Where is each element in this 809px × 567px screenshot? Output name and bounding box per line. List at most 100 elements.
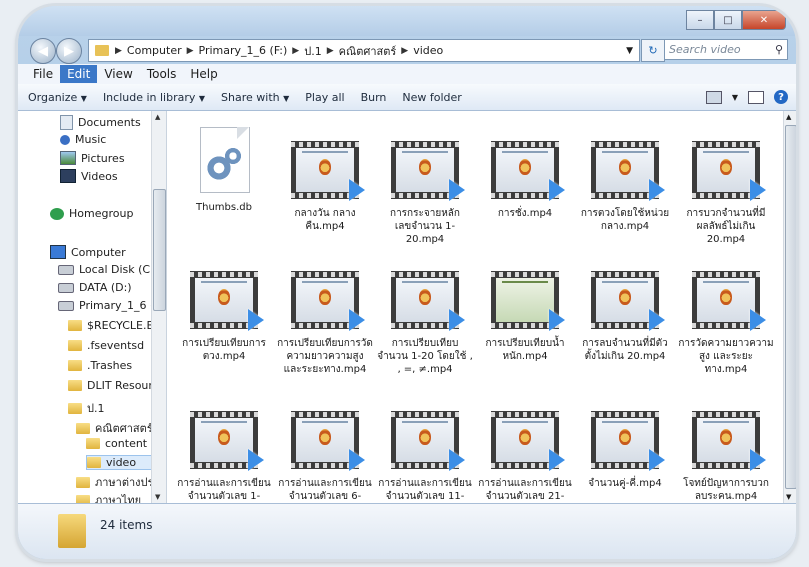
breadcrumb-arrow-icon: ▶ (401, 45, 409, 56)
close-button[interactable]: ✕ (742, 10, 786, 30)
file-name: การอ่านและการเขียน จำนวนตัวเลข 6-10.mp4 (278, 478, 372, 502)
nav-folder-trashes[interactable]: .Trashes (68, 359, 132, 372)
nav-folder-thai[interactable]: ภาษาไทย (76, 491, 141, 503)
video-file-item[interactable]: การอ่านและการเขียน จำนวนตัวเลข 21-100.mp… (477, 411, 573, 503)
video-file-item[interactable]: กลางวัน กลางคืน.mp4 (277, 141, 373, 233)
video-file-item[interactable]: การตวงโดยใช้หน่วยกลาง.mp4 (577, 141, 673, 233)
nav-label: Music (75, 133, 107, 146)
nav-scrollbar[interactable]: ▲ ▼ (151, 111, 166, 503)
scroll-down-icon[interactable]: ▼ (155, 493, 160, 501)
address-dropdown-icon[interactable]: ▼ (620, 46, 639, 56)
video-file-item[interactable]: การเปรียบเทียบการตวง.mp4 (176, 271, 272, 363)
nav-videos[interactable]: Videos (60, 169, 118, 183)
breadcrumb-subject[interactable]: คณิตศาสตร์ (336, 42, 400, 60)
file-name: การลบจำนวนที่มีตัวตั้งไม่เกิน 20.mp4 (582, 338, 668, 362)
video-file-item[interactable]: การลบจำนวนที่มีตัวตั้งไม่เกิน 20.mp4 (577, 271, 673, 363)
nav-label: ภาษาไทย (95, 494, 142, 503)
video-file-item[interactable]: การวัดความยาวความสูง และระยะทาง.mp4 (678, 271, 774, 376)
back-button[interactable]: ◀ (30, 38, 56, 64)
address-bar[interactable]: ▶ Computer ▶ Primary_1_6 (F:) ▶ ป.1 ▶ คณ… (88, 39, 640, 62)
preview-pane-icon[interactable] (748, 90, 764, 104)
nav-folder-fseventsd[interactable]: .fseventsd (68, 339, 144, 352)
video-file-item[interactable]: การเปรียบเทียบจำนวน 1-20 โดยใช้ ‚ ‚ =, ≠… (377, 271, 473, 376)
search-input[interactable]: Search video ⚲ (664, 39, 788, 60)
video-file-item[interactable]: การอ่านและการเขียน จำนวนตัวเลข 6-10.mp4 (277, 411, 373, 503)
forward-arrow-icon: ▶ (64, 43, 74, 59)
content-scrollbar[interactable]: ▲ ▼ (783, 111, 796, 503)
nav-label: Local Disk (C:) (79, 263, 159, 276)
content-scroll-thumb[interactable] (785, 125, 796, 489)
menu-help[interactable]: Help (183, 65, 224, 83)
address-row: ◀ ▶ ▶ Computer ▶ Primary_1_6 (F:) ▶ ป.1 … (18, 36, 796, 64)
play-icon (449, 179, 465, 201)
burn-button[interactable]: Burn (361, 91, 397, 104)
nav-documents[interactable]: Documents (60, 115, 141, 130)
video-file-item[interactable]: การเปรียบเทียบการวัดความยาวความสูง และระ… (277, 271, 373, 376)
nav-computer[interactable]: Computer (50, 245, 126, 259)
video-file-item[interactable]: การบวกจำนวนที่มีผลลัพธ์ไม่เกิน 20.mp4 (678, 141, 774, 246)
nav-folder-content[interactable]: content (86, 437, 147, 450)
video-file-item[interactable]: การอ่านและการเขียน จำนวนตัวเลข 11-20.mp4 (377, 411, 473, 503)
nav-pictures[interactable]: Pictures (60, 151, 125, 165)
breadcrumb-drive[interactable]: Primary_1_6 (F:) (196, 44, 291, 57)
nav-label: ป.1 (87, 402, 105, 415)
music-icon (60, 134, 70, 145)
video-thumbnail (190, 271, 264, 331)
search-icon[interactable]: ⚲ (775, 43, 783, 56)
refresh-button[interactable]: ↻ (641, 39, 665, 62)
play-icon (449, 309, 465, 331)
nav-drive-c[interactable]: Local Disk (C:) (58, 263, 158, 276)
chevron-down-icon[interactable]: ▼ (732, 93, 738, 102)
file-item[interactable]: Thumbs.db (176, 127, 272, 214)
help-icon[interactable]: ? (774, 90, 788, 104)
video-file-item[interactable]: การเปรียบเทียบน้ำหนัก.mp4 (477, 271, 573, 363)
scroll-up-icon[interactable]: ▲ (155, 113, 160, 121)
nav-label: Pictures (81, 151, 125, 165)
video-thumbnail (692, 141, 766, 201)
menu-edit[interactable]: Edit (60, 65, 98, 83)
nav-label: Documents (78, 116, 141, 129)
share-label: Share with (221, 90, 280, 104)
view-options-icon[interactable] (705, 90, 722, 104)
video-file-item[interactable]: โจทย์ปัญหาการบวกลบระคน.mp4 (678, 411, 774, 503)
minimize-button[interactable]: – (686, 10, 714, 30)
share-with-button[interactable]: Share with ▼ (221, 91, 299, 104)
breadcrumb-video[interactable]: video (410, 44, 446, 57)
breadcrumb-grade[interactable]: ป.1 (301, 42, 324, 60)
video-file-item[interactable]: การกระจายหลักเลขจำนวน 1-20.mp4 (377, 141, 473, 246)
folder-icon (68, 360, 82, 371)
video-file-item[interactable]: การอ่านและการเขียน จำนวนตัวเลข 1-5.mp4 (176, 411, 272, 503)
play-all-button[interactable]: Play all (305, 91, 354, 104)
play-icon (248, 449, 264, 471)
video-thumbnail (491, 411, 565, 471)
organize-label: Organize (28, 90, 78, 104)
menu-file[interactable]: File (26, 65, 60, 83)
nav-scroll-thumb[interactable] (153, 189, 166, 311)
folder-icon (76, 494, 90, 503)
nav-folder-video[interactable]: video (86, 455, 158, 470)
include-in-library-button[interactable]: Include in library ▼ (103, 91, 215, 104)
nav-folder-math[interactable]: คณิตศาสตร์ (76, 419, 153, 437)
scroll-down-icon[interactable]: ▼ (786, 493, 791, 501)
chevron-down-icon: ▼ (80, 93, 87, 103)
scroll-up-icon[interactable]: ▲ (786, 113, 791, 121)
file-name: จำนวนคู่-คี่.mp4 (588, 478, 662, 489)
folder-icon (87, 457, 101, 468)
organize-button[interactable]: Organize ▼ (28, 91, 97, 104)
video-file-item[interactable]: การชั่ง.mp4 (477, 141, 573, 220)
breadcrumb-computer[interactable]: Computer (124, 44, 185, 57)
nav-drive-d[interactable]: DATA (D:) (58, 281, 132, 294)
forward-button[interactable]: ▶ (56, 38, 82, 64)
nav-homegroup[interactable]: Homegroup (50, 207, 133, 220)
new-folder-button[interactable]: New folder (402, 91, 471, 104)
nav-folder-grade1[interactable]: ป.1 (68, 399, 104, 417)
play-icon (449, 449, 465, 471)
folder-icon (68, 402, 82, 414)
menu-view[interactable]: View (97, 65, 139, 83)
video-file-item[interactable]: จำนวนคู่-คี่.mp4 (577, 411, 673, 490)
explorer-window: – □ ✕ ◀ ▶ ▶ Computer ▶ Primary_1_6 (F:) … (18, 6, 796, 559)
menu-tools[interactable]: Tools (140, 65, 184, 83)
nav-music[interactable]: Music (60, 133, 106, 146)
maximize-button[interactable]: □ (714, 10, 742, 30)
play-icon (349, 179, 365, 201)
